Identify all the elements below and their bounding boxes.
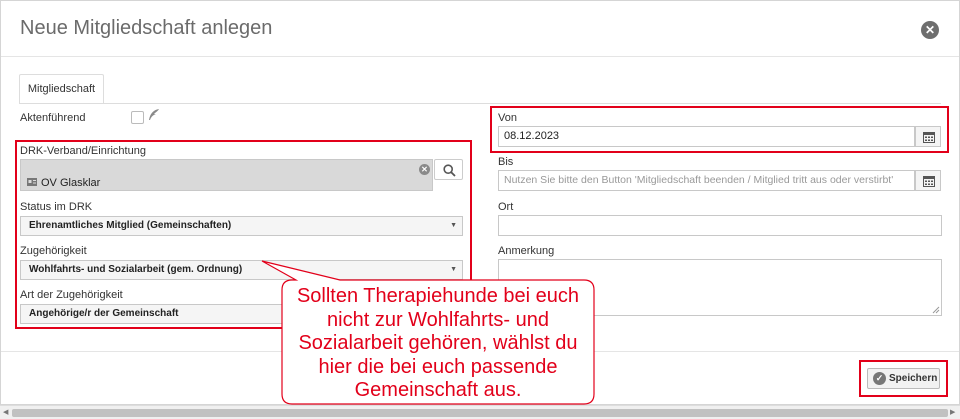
feather-icon [149,109,159,120]
bis-calendar-button[interactable] [915,170,941,191]
zugehoerigkeit-label: Zugehörigkeit [20,245,87,257]
von-input[interactable]: 08.12.2023 [498,126,915,147]
ort-label: Ort [498,201,514,213]
calendar-icon [923,176,935,187]
save-button[interactable]: ✓ Speichern [867,368,940,389]
callout-text: Sollten Therapiehunde bei euch nicht zur… [296,285,580,401]
zugehoerigkeit-value: Wohlfahrts- und Sozialarbeit (gem. Ordnu… [29,264,243,275]
bis-label: Bis [498,156,514,168]
status-label: Status im DRK [20,201,93,213]
art-value: Angehörige/r der Gemeinschaft [29,308,179,319]
von-calendar-button[interactable] [915,126,941,147]
calendar-icon [923,132,935,143]
scroll-right-icon[interactable]: ▶ [950,408,955,416]
search-icon [443,164,456,177]
drk-label: DRK-Verband/Einrichtung [20,145,146,157]
id-card-icon [27,178,37,186]
scrollbar-thumb[interactable] [12,409,948,417]
check-circle-icon: ✓ [873,372,886,385]
save-label: Speichern [889,373,938,384]
bis-input[interactable]: Nutzen Sie bitte den Button 'Mitgliedsch… [498,170,915,191]
resize-grip-icon[interactable] [932,306,940,314]
chevron-down-icon: ▼ [450,222,457,229]
search-button[interactable] [434,159,463,180]
art-label: Art der Zugehörigkeit [20,289,123,301]
anmerkung-label: Anmerkung [498,245,555,257]
dialog-title: Neue Mitgliedschaft anlegen [20,17,273,39]
status-value: Ehrenamtliches Mitglied (Gemeinschaften) [29,220,232,231]
chevron-down-icon: ▼ [450,266,457,273]
zugehoerigkeit-select[interactable]: Wohlfahrts- und Sozialarbeit (gem. Ordnu… [20,260,463,280]
aktenfuehrend-label: Aktenführend [20,112,86,124]
tab-mitgliedschaft[interactable]: Mitgliedschaft [19,74,104,104]
scroll-left-icon[interactable]: ◀ [3,408,8,416]
status-select[interactable]: Ehrenamtliches Mitglied (Gemeinschaften)… [20,216,463,236]
drk-entity-field[interactable]: ✕ OV Glasklar [20,159,433,191]
dialog-header: Neue Mitgliedschaft anlegen ✕ [1,1,959,57]
horizontal-scrollbar[interactable]: ◀ ▶ [0,405,960,419]
ort-input[interactable] [498,215,942,236]
close-icon[interactable]: ✕ [921,21,939,39]
tab-divider [19,103,941,104]
clear-icon[interactable]: ✕ [419,164,430,175]
aktenfuehrend-checkbox[interactable] [131,111,144,124]
drk-entity-value: OV Glasklar [41,177,101,189]
von-label: Von [498,112,517,124]
